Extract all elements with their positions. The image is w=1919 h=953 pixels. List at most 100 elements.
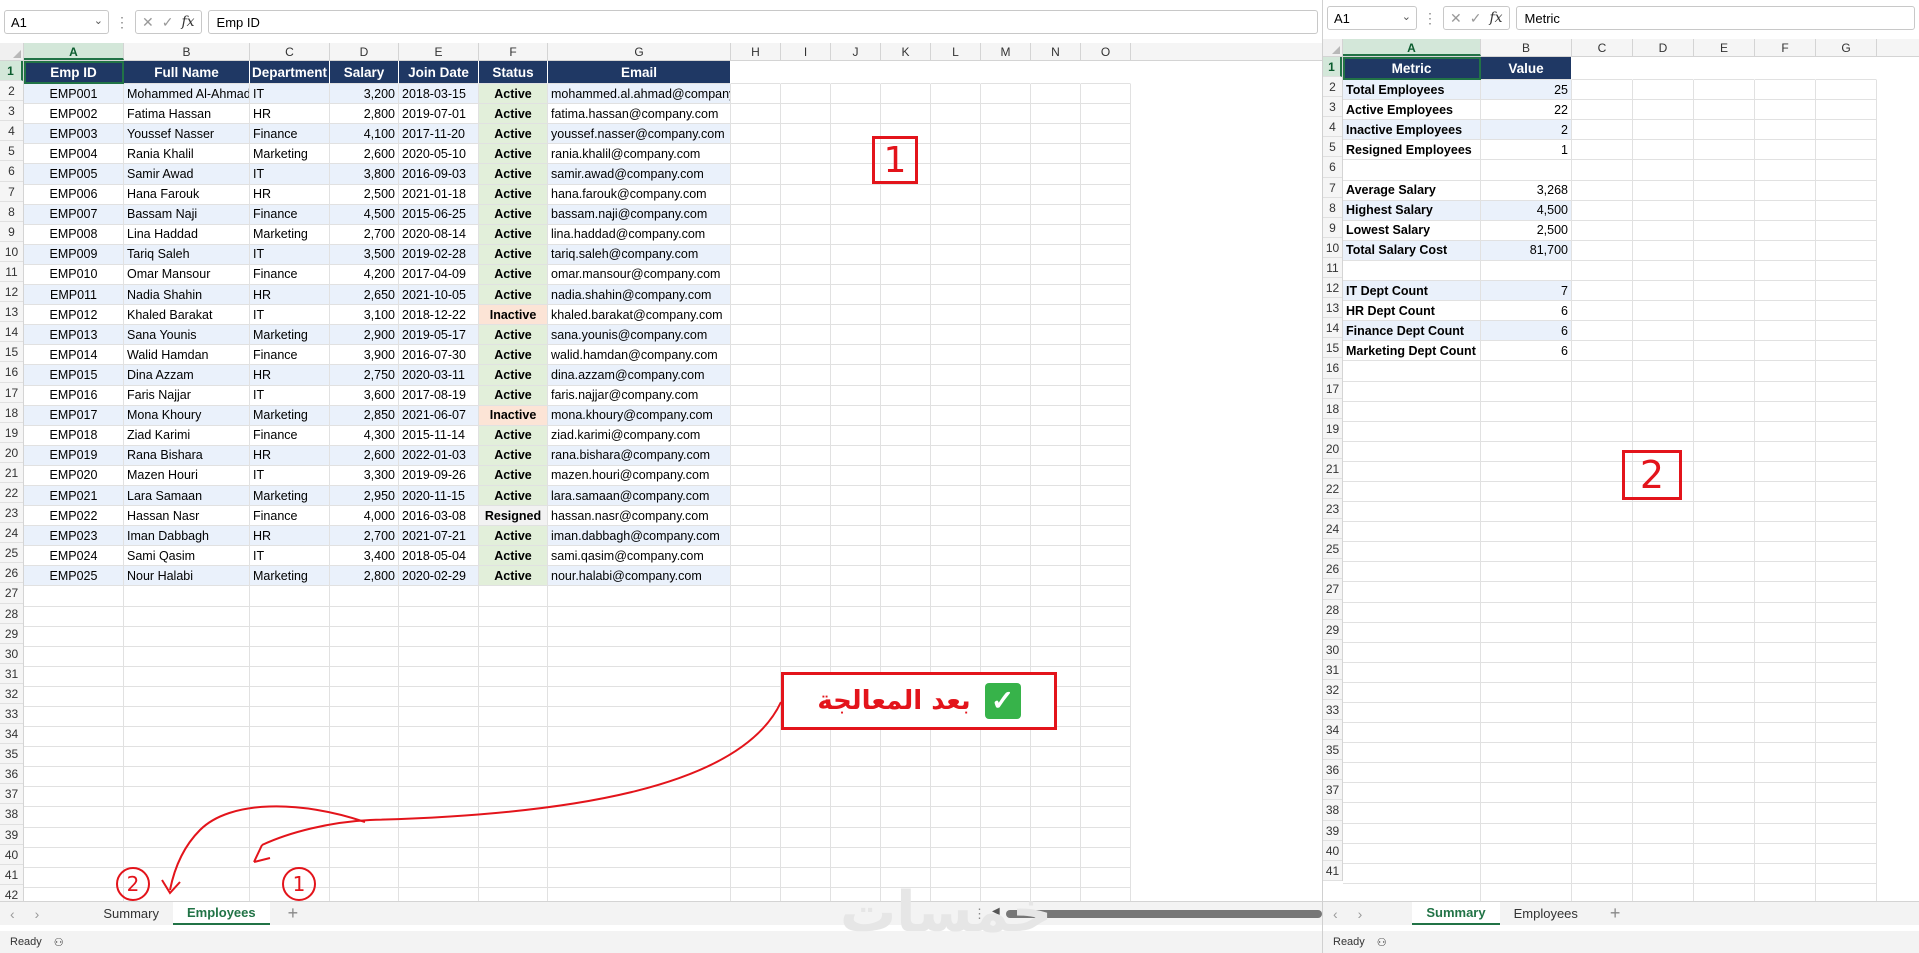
empty-cell[interactable] [1081, 445, 1131, 466]
empty-cell[interactable] [731, 164, 781, 185]
empty-cell[interactable] [731, 526, 781, 547]
empty-cell[interactable] [881, 626, 931, 647]
empty-cell[interactable] [881, 807, 931, 828]
empty-cell[interactable] [1572, 381, 1633, 402]
empty-cell[interactable] [981, 485, 1031, 507]
empty-cell[interactable] [981, 264, 1031, 286]
next-sheet-icon[interactable]: › [25, 906, 50, 922]
empty-cell[interactable] [1031, 124, 1081, 145]
empty-cell[interactable] [831, 425, 881, 446]
empty-cell[interactable] [1633, 341, 1694, 362]
empty-cell[interactable] [981, 827, 1031, 848]
empty-cell[interactable] [1572, 843, 1633, 864]
table-cell[interactable]: Dina Azzam [124, 365, 250, 386]
empty-cell[interactable] [479, 867, 548, 888]
empty-cell[interactable] [1755, 57, 1816, 81]
table-cell[interactable]: nadia.shahin@company.com [548, 285, 731, 306]
column-title[interactable]: Emp ID [24, 61, 124, 85]
empty-cell[interactable] [731, 847, 781, 868]
empty-cell[interactable] [548, 727, 731, 748]
empty-cell[interactable] [781, 345, 831, 366]
row-header[interactable]: 1 [1323, 57, 1342, 78]
empty-cell[interactable] [124, 586, 250, 607]
empty-cell[interactable] [1694, 401, 1755, 422]
row-header[interactable]: 7 [1323, 178, 1342, 198]
empty-cell[interactable] [479, 586, 548, 607]
empty-cell[interactable] [831, 606, 881, 627]
empty-cell[interactable] [1572, 140, 1633, 161]
empty-cell[interactable] [1633, 361, 1694, 382]
empty-cell[interactable] [1081, 264, 1131, 286]
empty-cell[interactable] [1816, 401, 1877, 422]
empty-cell[interactable] [1031, 365, 1081, 386]
row-header[interactable]: 26 [0, 563, 23, 584]
table-cell[interactable]: Rania Khalil [124, 144, 250, 165]
empty-cell[interactable] [1755, 180, 1816, 201]
empty-cell[interactable] [931, 325, 981, 346]
empty-cell[interactable] [1031, 425, 1081, 446]
empty-cell[interactable] [1031, 104, 1081, 125]
empty-cell[interactable] [1481, 783, 1572, 804]
table-cell[interactable]: mazen.houri@company.com [548, 465, 731, 486]
empty-cell[interactable] [881, 506, 931, 527]
empty-cell[interactable] [548, 686, 731, 707]
empty-cell[interactable] [931, 345, 981, 366]
empty-cell[interactable] [881, 445, 931, 466]
empty-cell[interactable] [981, 224, 1031, 245]
empty-cell[interactable] [1343, 461, 1481, 482]
empty-cell[interactable] [1816, 843, 1877, 864]
empty-cell[interactable] [781, 365, 831, 386]
empty-cell[interactable] [1572, 361, 1633, 382]
empty-cell[interactable] [831, 244, 881, 265]
table-cell[interactable]: 7 [1481, 281, 1572, 302]
empty-cell[interactable] [24, 767, 124, 788]
empty-cell[interactable] [781, 867, 831, 888]
empty-cell[interactable] [1755, 843, 1816, 864]
empty-cell[interactable] [330, 646, 399, 667]
empty-cell[interactable] [1081, 787, 1131, 808]
empty-cell[interactable] [1572, 682, 1633, 703]
empty-cell[interactable] [1633, 321, 1694, 342]
empty-cell[interactable] [548, 586, 731, 607]
table-cell[interactable]: bassam.naji@company.com [548, 204, 731, 225]
empty-cell[interactable] [981, 244, 1031, 265]
empty-cell[interactable] [548, 626, 731, 647]
table-cell[interactable]: 6 [1481, 301, 1572, 322]
table-cell[interactable]: 3,500 [330, 244, 399, 265]
empty-cell[interactable] [1031, 405, 1081, 426]
empty-cell[interactable] [1081, 345, 1131, 366]
empty-cell[interactable] [831, 485, 881, 507]
empty-cell[interactable] [479, 887, 548, 901]
empty-cell[interactable] [1816, 783, 1877, 804]
empty-cell[interactable] [1633, 602, 1694, 623]
empty-cell[interactable] [1633, 562, 1694, 583]
table-cell[interactable]: EMP015 [24, 365, 124, 386]
empty-cell[interactable] [1816, 743, 1877, 764]
table-cell[interactable]: 2018-03-15 [399, 84, 479, 105]
column-header[interactable]: C [1572, 39, 1633, 56]
table-cell[interactable]: 1 [1481, 140, 1572, 161]
empty-cell[interactable] [1816, 502, 1877, 523]
empty-cell[interactable] [399, 767, 479, 788]
table-cell[interactable]: Iman Dabbagh [124, 526, 250, 547]
empty-cell[interactable] [1481, 502, 1572, 523]
empty-cell[interactable] [24, 867, 124, 888]
empty-cell[interactable] [1572, 281, 1633, 302]
table-cell[interactable]: 4,500 [1481, 200, 1572, 221]
empty-cell[interactable] [1081, 365, 1131, 386]
empty-cell[interactable] [1694, 582, 1755, 603]
empty-cell[interactable] [731, 827, 781, 848]
empty-cell[interactable] [731, 867, 781, 888]
row-header[interactable]: 17 [1323, 379, 1342, 399]
empty-cell[interactable] [1081, 325, 1131, 346]
empty-cell[interactable] [881, 325, 931, 346]
empty-cell[interactable] [1816, 140, 1877, 161]
table-cell[interactable]: Active [479, 465, 548, 486]
empty-cell[interactable] [981, 727, 1031, 748]
empty-cell[interactable] [24, 847, 124, 868]
empty-cell[interactable] [399, 727, 479, 748]
insert-function-icon[interactable]: fx [1489, 10, 1502, 26]
table-cell[interactable]: 2021-10-05 [399, 285, 479, 306]
table-cell[interactable]: 4,000 [330, 506, 399, 527]
empty-cell[interactable] [479, 807, 548, 828]
